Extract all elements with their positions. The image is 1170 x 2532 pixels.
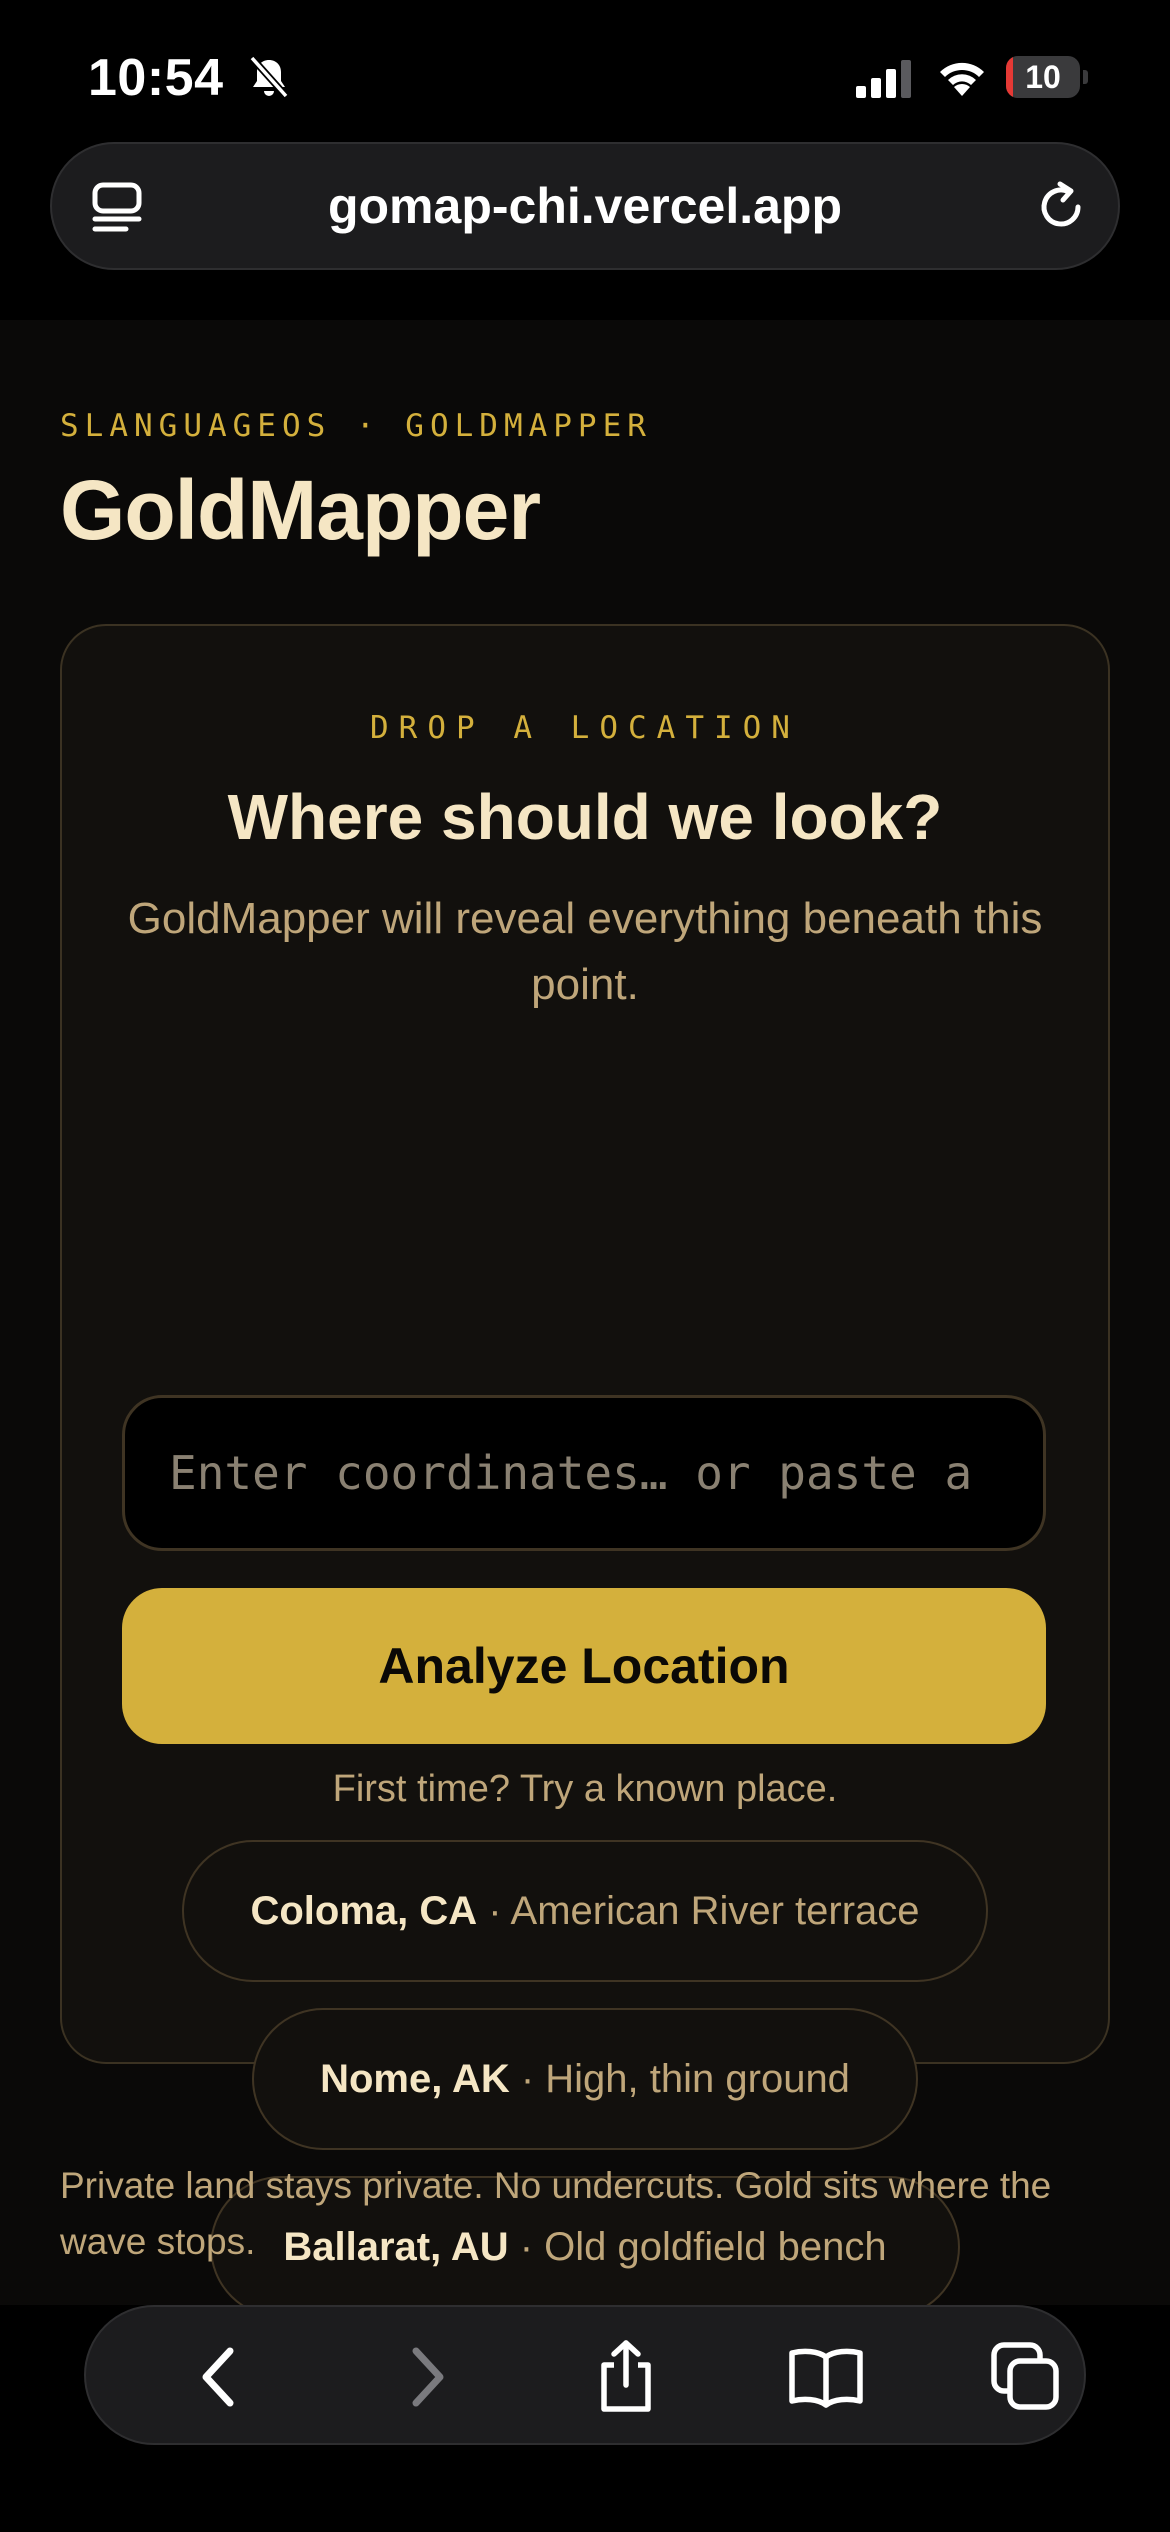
tabs-overview-icon [991, 2342, 1059, 2410]
wifi-icon [940, 62, 984, 96]
chip-place: Coloma, CA [250, 1889, 478, 1933]
chip-description: High, thin ground [545, 2057, 850, 2101]
card-heading: Where should we look? [227, 781, 943, 853]
forward-icon [412, 2347, 444, 2407]
chip-separator: · [488, 1889, 511, 1933]
chip-separator: · [520, 2057, 546, 2101]
bookmarks-icon [789, 2348, 863, 2408]
chip-place: Nome, AK [320, 2057, 510, 2101]
status-bar: 10:54 10 [0, 0, 1170, 140]
back-button[interactable] [180, 2337, 260, 2417]
tabs-overview-button[interactable] [986, 2337, 1066, 2417]
card-kicker: DROP A LOCATION [370, 710, 800, 746]
bookmarks-button[interactable] [786, 2337, 866, 2417]
browser-toolbar [84, 2305, 1086, 2445]
example-chip-nome[interactable]: Nome, AK · High, thin ground [252, 2008, 918, 2150]
coordinates-input[interactable] [122, 1395, 1046, 1551]
analyze-location-button[interactable]: Analyze Location [122, 1588, 1046, 1744]
reload-icon[interactable] [1034, 180, 1088, 234]
page-content: SLANGUAGEOS · GOLDMAPPER GoldMapper DROP… [0, 320, 1170, 2318]
cellular-signal-icon [856, 60, 911, 98]
page-title: GoldMapper [60, 463, 541, 557]
example-chip-coloma[interactable]: Coloma, CA · American River terrace [182, 1840, 988, 1982]
chip-description: American River terrace [510, 1889, 920, 1933]
battery-level: 10 [1025, 59, 1061, 95]
forward-button[interactable] [386, 2337, 466, 2417]
share-button[interactable] [586, 2337, 666, 2417]
back-icon [202, 2347, 234, 2407]
bell-slash-icon [249, 55, 289, 99]
tabs-icon[interactable] [90, 180, 144, 234]
url-text[interactable]: gomap-chi.vercel.app [172, 144, 998, 268]
footer-note: Private land stays private. No undercuts… [60, 2165, 1052, 2262]
example-hint: First time? Try a known place. [332, 1768, 838, 1810]
card-description: GoldMapper will reveal everything beneat… [127, 894, 1043, 1009]
battery-icon: 10 [1006, 56, 1088, 98]
address-bar[interactable]: gomap-chi.vercel.app [50, 142, 1120, 270]
status-time: 10:54 [88, 49, 224, 107]
brand-kicker: SLANGUAGEOS · GOLDMAPPER [60, 408, 652, 444]
share-icon [601, 2340, 651, 2412]
